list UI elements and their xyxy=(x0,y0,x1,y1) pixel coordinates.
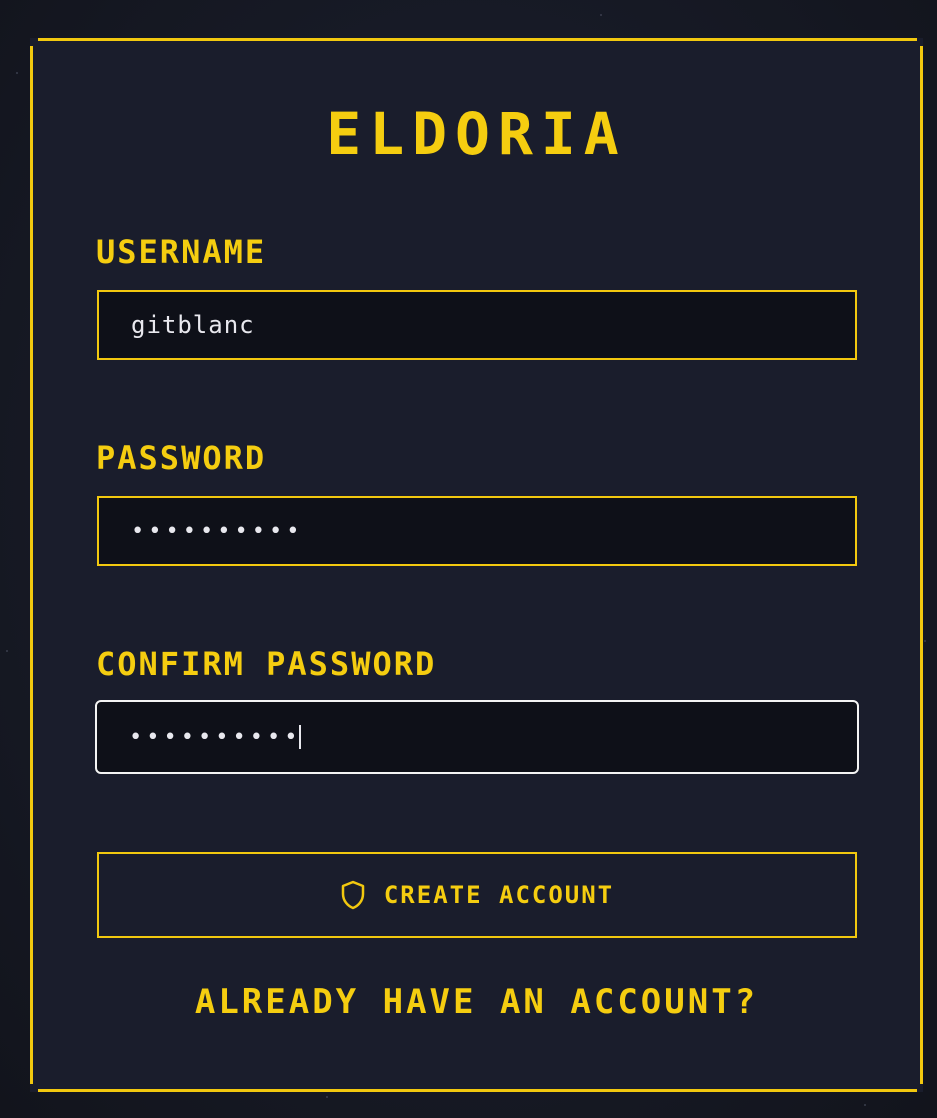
signup-panel: ELDORIA USERNAME gitblanc PASSWORD •••••… xyxy=(30,38,923,1092)
confirm-password-input[interactable]: •••••••••• xyxy=(95,700,859,774)
login-link[interactable]: ALREADY HAVE AN ACCOUNT? xyxy=(30,982,923,1022)
confirm-password-value-wrap: •••••••••• xyxy=(129,702,302,772)
background-star xyxy=(864,1104,866,1106)
frame-left-border xyxy=(30,46,33,1084)
background-star xyxy=(6,650,8,652)
username-value: gitblanc xyxy=(131,311,255,339)
background-star xyxy=(326,1096,328,1098)
background-star xyxy=(924,640,926,642)
shield-icon xyxy=(340,880,366,910)
frame-bottom-border xyxy=(38,1089,917,1092)
username-label: USERNAME xyxy=(96,233,267,271)
frame-right-border xyxy=(920,46,923,1084)
create-account-label: CREATE ACCOUNT xyxy=(383,881,615,909)
background-star xyxy=(16,72,18,74)
frame-top-border xyxy=(38,38,917,41)
app-title: ELDORIA xyxy=(326,100,627,168)
password-label: PASSWORD xyxy=(96,439,267,477)
password-masked-value: •••••••••• xyxy=(131,518,304,544)
confirm-password-masked-value: •••••••••• xyxy=(129,724,302,750)
password-input[interactable]: •••••••••• xyxy=(97,496,857,566)
text-caret xyxy=(299,725,302,749)
background-star xyxy=(600,14,602,16)
confirm-password-label: CONFIRM PASSWORD xyxy=(96,645,437,683)
username-input[interactable]: gitblanc xyxy=(97,290,857,360)
create-account-button[interactable]: CREATE ACCOUNT xyxy=(97,852,857,938)
